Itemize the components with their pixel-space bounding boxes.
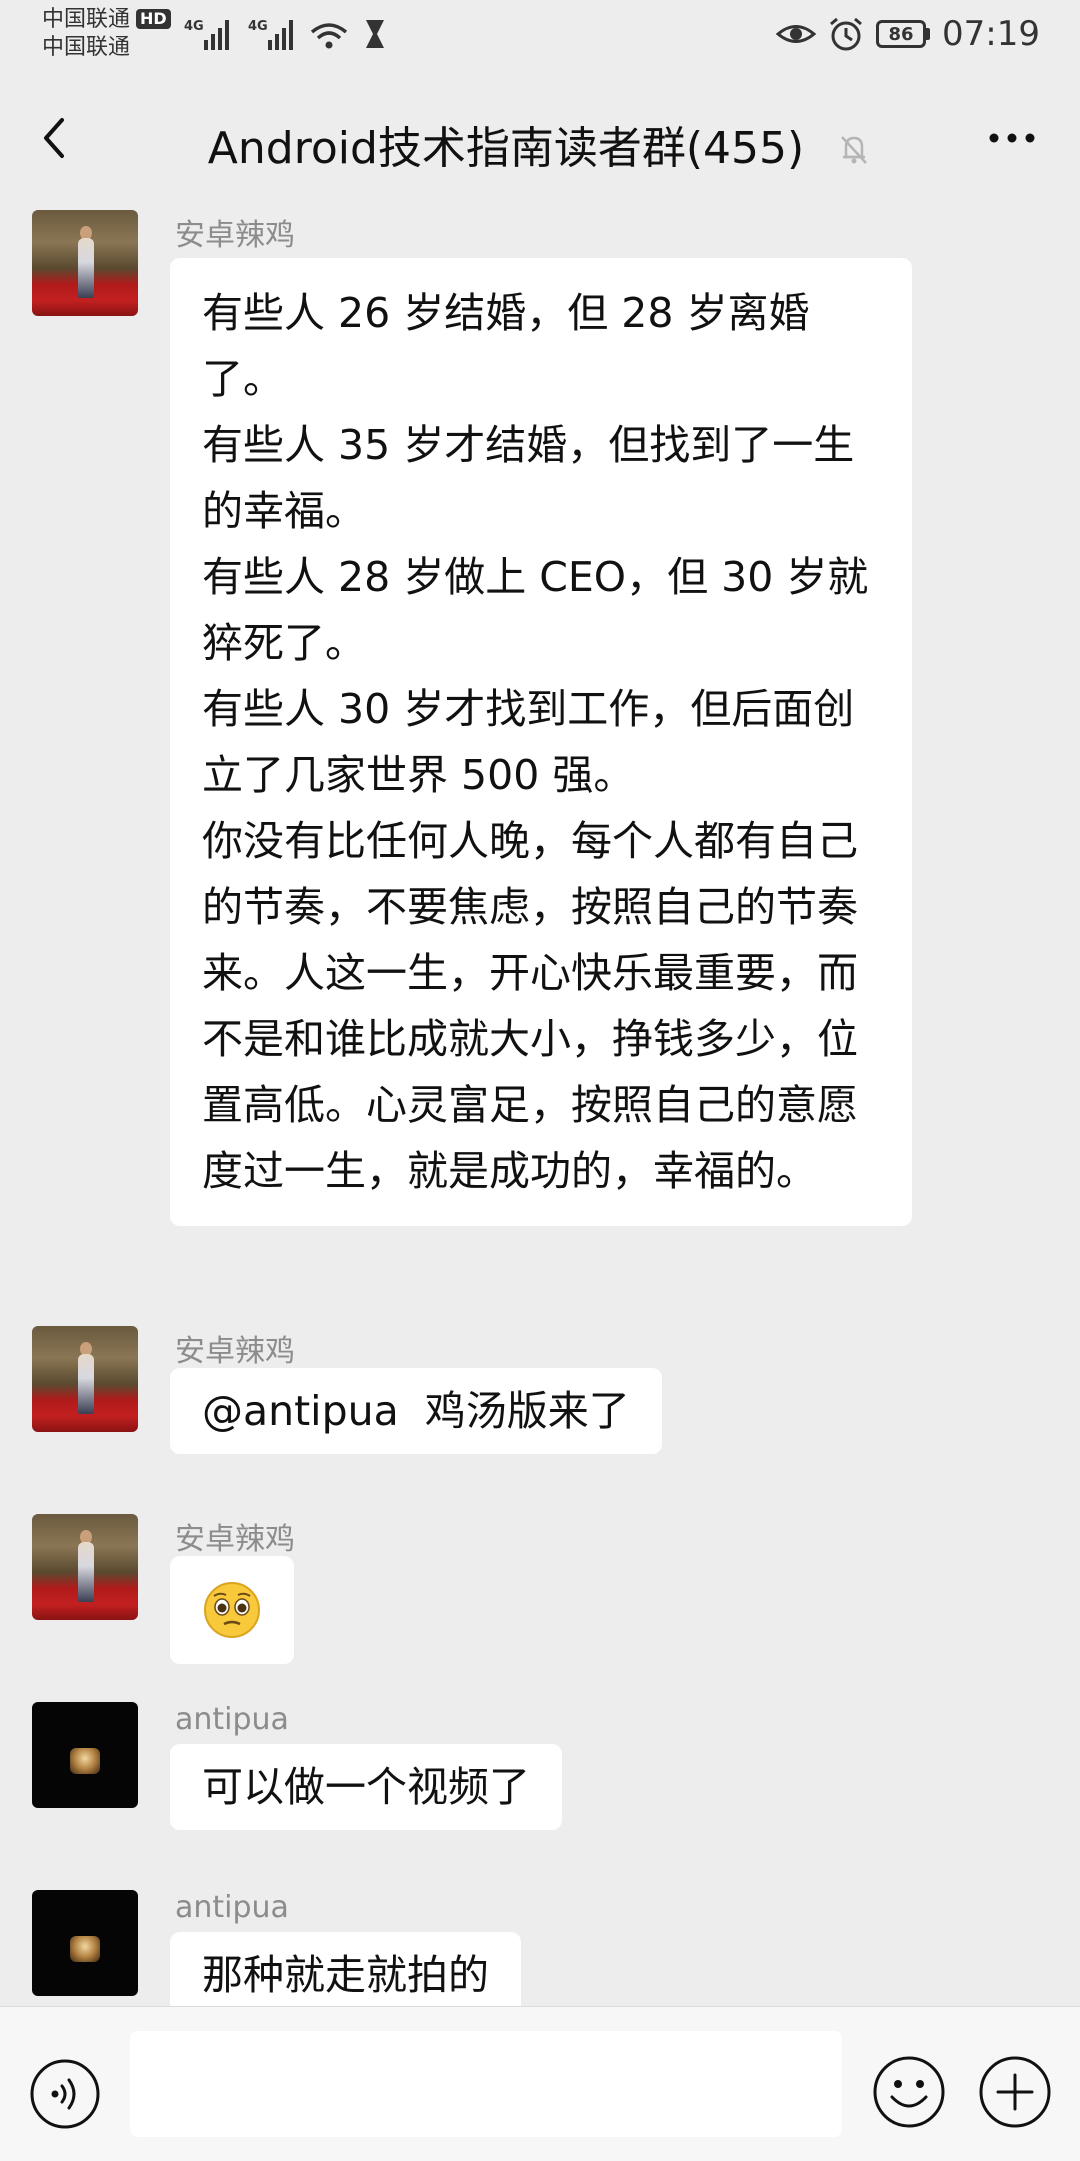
status-bar: 中国联通 HD 中国联通 4G 4G 86 07:19	[0, 0, 1080, 68]
message-line: 有些人 28 岁做上 CEO，但 30 岁就猝死了。	[202, 553, 869, 667]
avatar[interactable]	[32, 1702, 138, 1808]
message-bubble[interactable]: 那种就走就拍的	[170, 1932, 521, 2006]
bell-off-icon	[841, 136, 868, 164]
battery-icon: 86	[876, 20, 931, 48]
message-bubble[interactable]	[170, 1556, 294, 1664]
pleading-face-emoji	[204, 1582, 260, 1638]
carrier-1: 中国联通	[42, 7, 131, 32]
hd-badge: HD	[136, 9, 171, 29]
message-input[interactable]	[130, 2031, 842, 2137]
message-line: 你没有比任何人晚，每个人都有自己的节奏，不要焦虑，按照自己的节奏来。人这一生，开…	[202, 817, 858, 1195]
chat-title-text: Android技术指南读者群(455)	[207, 123, 805, 174]
carrier-2: 中国联通	[42, 35, 131, 60]
sender-name: 安卓辣鸡	[175, 1334, 295, 1369]
message-bubble[interactable]: 可以做一个视频了	[170, 1744, 562, 1830]
net-2-label: 4G	[248, 19, 268, 34]
message-bubble[interactable]: @antipua 鸡汤版来了	[170, 1368, 662, 1454]
message-line: 有些人 30 岁才找到工作，但后面创立了几家世界 500 强。	[202, 685, 855, 799]
sender-name: antipua	[175, 1890, 289, 1925]
title-bar: Android技术指南读者群(455)	[0, 68, 1080, 206]
eye-icon	[776, 25, 817, 43]
avatar[interactable]	[32, 1890, 138, 1996]
net-1-label: 4G	[184, 19, 204, 34]
sender-name: 安卓辣鸡	[175, 218, 295, 253]
voice-icon[interactable]	[28, 2057, 102, 2131]
signal-icons: 4G 4G	[184, 19, 384, 50]
plus-icon[interactable]	[976, 2053, 1054, 2131]
status-right: 86 07:19	[776, 10, 1040, 58]
message-list[interactable]: 安卓辣鸡 有些人 26 岁结婚，但 28 岁离婚了。 有些人 35 岁才结婚，但…	[0, 206, 1080, 2006]
avatar[interactable]	[32, 210, 138, 316]
message-bubble[interactable]: 有些人 26 岁结婚，但 28 岁离婚了。 有些人 35 岁才结婚，但找到了一生…	[170, 258, 912, 1226]
alarm-icon	[830, 17, 862, 51]
avatar[interactable]	[32, 1326, 138, 1432]
message-line: 有些人 26 岁结婚，但 28 岁离婚了。	[202, 289, 810, 403]
emoji-icon[interactable]	[870, 2053, 948, 2131]
message-line: 有些人 35 岁才结婚，但找到了一生的幸福。	[202, 421, 855, 535]
carrier-info: 中国联通 HD 中国联通	[42, 6, 171, 62]
chat-title: Android技术指南读者群(455)	[0, 112, 1080, 176]
sender-name: antipua	[175, 1702, 289, 1737]
battery-level: 86	[876, 20, 927, 48]
input-bar	[0, 2006, 1080, 2161]
more-dots-icon[interactable]	[984, 114, 1040, 162]
avatar[interactable]	[32, 1514, 138, 1620]
clock: 07:19	[942, 14, 1040, 54]
sender-name: 安卓辣鸡	[175, 1522, 295, 1557]
